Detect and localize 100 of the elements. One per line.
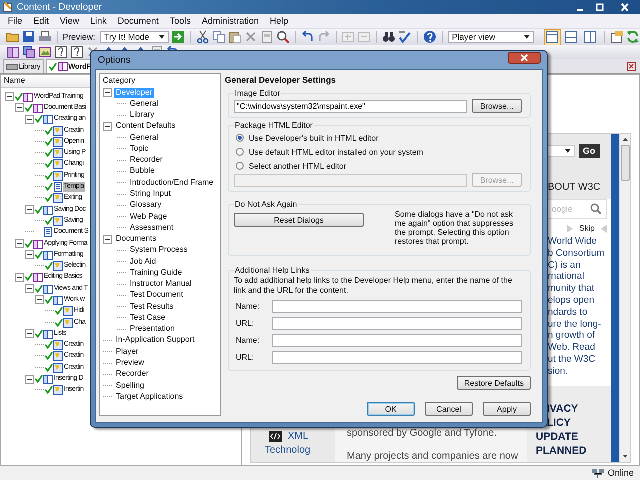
category-item[interactable]: Target Applications (114, 392, 186, 402)
layout-icon[interactable] (544, 28, 562, 46)
skip-link[interactable]: Skip (579, 224, 595, 233)
collapse-icon[interactable] (15, 239, 24, 248)
book-icon[interactable] (6, 45, 20, 59)
scissors-icon[interactable] (196, 30, 210, 44)
news-headline[interactable]: UPDATE (536, 430, 611, 444)
magnifier-icon[interactable] (276, 30, 290, 44)
collapse-icon[interactable] (35, 295, 44, 304)
category-item[interactable]: In-Application Support (114, 335, 197, 346)
search-icon[interactable] (590, 203, 602, 215)
reset-dialogs-button[interactable]: Reset Dialogs (234, 213, 364, 227)
category-item[interactable]: Test Document (128, 290, 186, 300)
help-icon[interactable] (423, 30, 438, 44)
play-icon[interactable] (170, 30, 185, 44)
save-icon[interactable] (22, 30, 36, 44)
layout-icon[interactable] (582, 28, 600, 46)
category-item[interactable]: System Process (128, 245, 190, 256)
close-button[interactable] (508, 52, 541, 64)
menu-item[interactable]: File (8, 16, 23, 26)
menu-item[interactable]: Administration (202, 16, 259, 26)
category-item[interactable]: Web Page (128, 212, 170, 222)
news-headline[interactable]: PLANNED (536, 444, 611, 458)
input-field[interactable] (272, 351, 522, 364)
menu-item[interactable]: Tools (170, 16, 191, 26)
category-item[interactable]: Assessment (128, 222, 176, 233)
dialog-button[interactable]: OK (367, 402, 415, 416)
scroll-thumb[interactable] (620, 145, 630, 181)
menu-item[interactable]: View (60, 16, 80, 26)
collapse-icon[interactable] (103, 122, 112, 131)
picture-frame-icon[interactable] (38, 45, 52, 59)
sidebar-link[interactable]: Technolog (265, 445, 311, 456)
category-item[interactable]: Job Aid (128, 256, 158, 267)
category-item[interactable]: Recorder (114, 369, 151, 380)
category-item[interactable]: General (128, 132, 160, 143)
window-icon[interactable] (610, 30, 624, 44)
question-box-icon[interactable] (70, 45, 84, 59)
collapse-icon[interactable] (25, 284, 34, 294)
undo-icon[interactable] (300, 30, 314, 44)
category-item[interactable]: Preview (114, 358, 146, 368)
category-item[interactable]: Recorder (128, 155, 165, 166)
category-item[interactable]: Presentation (128, 324, 177, 334)
layout-icon[interactable] (563, 28, 580, 46)
view-dropdown[interactable]: Player view (448, 31, 534, 43)
category-item[interactable]: Spelling (114, 380, 146, 391)
browse-button[interactable]: Browse... (472, 99, 522, 113)
stack-icon[interactable] (22, 45, 36, 59)
collapse-icon[interactable] (25, 329, 34, 338)
refresh-icon[interactable] (626, 30, 640, 44)
category-item[interactable]: Content Defaults (114, 121, 178, 132)
book-icon (58, 62, 68, 71)
scroll-up-icon[interactable] (620, 136, 630, 143)
topic-icon (53, 362, 63, 373)
input-field[interactable] (272, 300, 522, 313)
question-box-icon[interactable] (54, 45, 68, 59)
category-item[interactable]: Introduction/End Frame (128, 178, 216, 188)
spellcheck-icon[interactable] (398, 30, 412, 44)
preview-dropdown[interactable]: Try It! Mode (100, 31, 169, 43)
print-icon[interactable] (38, 30, 52, 44)
input-field[interactable] (272, 334, 522, 347)
scroll-down-icon[interactable] (620, 453, 630, 460)
menu-item[interactable]: Document (118, 16, 159, 26)
sidebar-link[interactable]: XML (288, 431, 309, 442)
document-icon (43, 227, 53, 238)
binoculars-icon[interactable] (382, 30, 396, 44)
collapse-icon[interactable] (5, 92, 14, 102)
collapse-icon[interactable] (25, 114, 34, 124)
go-button[interactable]: Go (579, 144, 600, 158)
collapse-icon[interactable] (25, 374, 34, 384)
category-item[interactable]: Library (128, 110, 156, 120)
dialog-button[interactable]: Cancel (425, 402, 473, 416)
topic-icon (53, 148, 63, 158)
dialog-button[interactable]: Apply (483, 402, 531, 416)
collapse-icon[interactable] (25, 250, 34, 260)
category-item[interactable]: Documents (114, 234, 158, 244)
category-item[interactable]: Instructor Manual (128, 279, 194, 290)
collapse-icon[interactable] (25, 205, 34, 214)
paste-icon[interactable] (228, 30, 242, 44)
category-item[interactable]: Bubble (128, 166, 157, 176)
collapse-icon[interactable] (15, 103, 24, 112)
collapse-icon[interactable] (15, 272, 24, 282)
image-editor-field[interactable]: "C:\windows\system32\mspaint.exe" (234, 100, 467, 112)
category-item[interactable]: Topic (128, 144, 151, 154)
menu-item[interactable]: Link (90, 16, 107, 26)
menu-item[interactable]: Help (270, 16, 288, 26)
menu-item[interactable]: Edit (34, 16, 50, 26)
close-icon[interactable] (627, 62, 636, 71)
copy-icon[interactable] (212, 30, 226, 44)
category-item[interactable]: General (128, 98, 160, 109)
category-item[interactable]: Test Results (128, 302, 176, 312)
category-item[interactable]: Training Guide (128, 268, 184, 278)
input-field[interactable] (272, 317, 522, 330)
category-item[interactable]: String Input (128, 189, 173, 200)
collapse-icon[interactable] (103, 234, 112, 244)
scrollbar[interactable] (619, 134, 630, 462)
restore-defaults-button[interactable]: Restore Defaults (457, 376, 531, 390)
category-item[interactable]: Test Case (128, 312, 168, 323)
category-item[interactable]: Player (114, 346, 141, 357)
collapse-icon[interactable] (103, 88, 112, 98)
category-item[interactable]: Glossary (128, 200, 164, 210)
